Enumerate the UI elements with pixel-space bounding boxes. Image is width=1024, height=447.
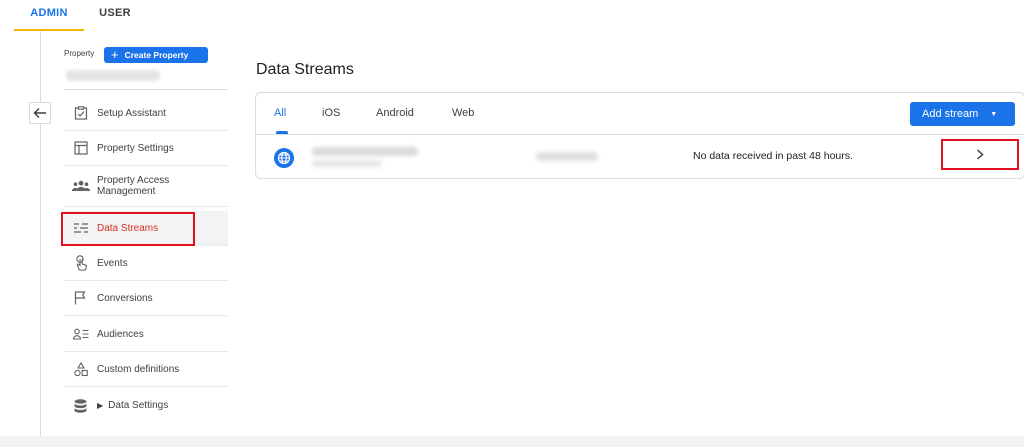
sidebar-item-audiences[interactable]: Audiences [64, 317, 228, 352]
create-property-label: Create Property [124, 50, 189, 60]
shapes-icon [64, 361, 97, 377]
sidebar-item-label: Audiences [97, 328, 144, 340]
create-property-button[interactable]: + Create Property [104, 47, 208, 63]
stream-filter-tabs: All iOS Android Web Add stream ▼ [256, 93, 1024, 135]
add-stream-button[interactable]: Add stream ▼ [910, 102, 1015, 126]
settings-panel-icon [64, 141, 97, 155]
sidebar-item-label: Conversions [97, 292, 153, 304]
sidebar-item-label: Property Access Management [97, 175, 170, 197]
property-label: Property [64, 49, 95, 58]
left-divider [40, 31, 41, 436]
tab-web[interactable]: Web [452, 107, 474, 119]
tab-all[interactable]: All [274, 107, 286, 119]
sidebar-item-label: Property Settings [97, 142, 174, 154]
top-tab-bar: ADMIN USER [0, 0, 1024, 31]
sidebar-item-property-access[interactable]: Property Access Management [64, 166, 228, 207]
sidebar-item-custom-definitions[interactable]: Custom definitions [64, 352, 228, 387]
sidebar-item-property-settings[interactable]: Property Settings [64, 131, 228, 166]
tab-ios[interactable]: iOS [322, 107, 340, 119]
sidebar-item-events[interactable]: Events [64, 246, 228, 281]
expand-caret-icon: ▶ [97, 401, 104, 410]
arrow-left-icon [33, 108, 46, 118]
stream-name-redacted [312, 147, 418, 156]
touch-icon [64, 255, 97, 271]
highlight-box-data-streams [61, 212, 195, 246]
property-name-redacted[interactable] [66, 70, 160, 81]
stream-url-redacted [312, 160, 382, 167]
page-title: Data Streams [256, 61, 354, 78]
back-button[interactable] [29, 102, 51, 124]
tab-android[interactable]: Android [376, 107, 414, 119]
streams-card: All iOS Android Web Add stream ▼ No data… [255, 92, 1024, 179]
open-stream-button[interactable] [941, 139, 1019, 170]
plus-icon: + [111, 47, 119, 62]
sidebar-item-conversions[interactable]: Conversions [64, 281, 228, 316]
sidebar-item-label: Custom definitions [97, 363, 180, 375]
people-icon [64, 180, 97, 192]
dropdown-caret-icon: ▼ [990, 110, 998, 118]
tab-user[interactable]: USER [92, 0, 138, 31]
property-divider [64, 89, 228, 90]
stream-status: No data received in past 48 hours. [693, 150, 853, 162]
sidebar-item-label: Data Settings [108, 400, 169, 411]
add-stream-label: Add stream [922, 108, 979, 120]
flag-icon [64, 291, 97, 305]
globe-icon [274, 148, 294, 168]
sidebar-item-setup-assistant[interactable]: Setup Assistant [64, 96, 228, 131]
checklist-icon [64, 106, 97, 120]
stream-row[interactable]: No data received in past 48 hours. [256, 136, 1024, 178]
sidebar-item-label: Setup Assistant [97, 107, 166, 119]
audience-icon [64, 328, 97, 340]
active-tab-indicator [276, 131, 288, 134]
chevron-right-icon [976, 149, 984, 160]
tab-admin[interactable]: ADMIN [14, 0, 84, 31]
sidebar-item-label: Events [97, 257, 128, 269]
stream-id-redacted [536, 152, 598, 161]
bottom-band [0, 436, 1024, 447]
sidebar-item-data-settings[interactable]: ▶ Data Settings [64, 388, 228, 423]
database-icon [64, 398, 97, 413]
